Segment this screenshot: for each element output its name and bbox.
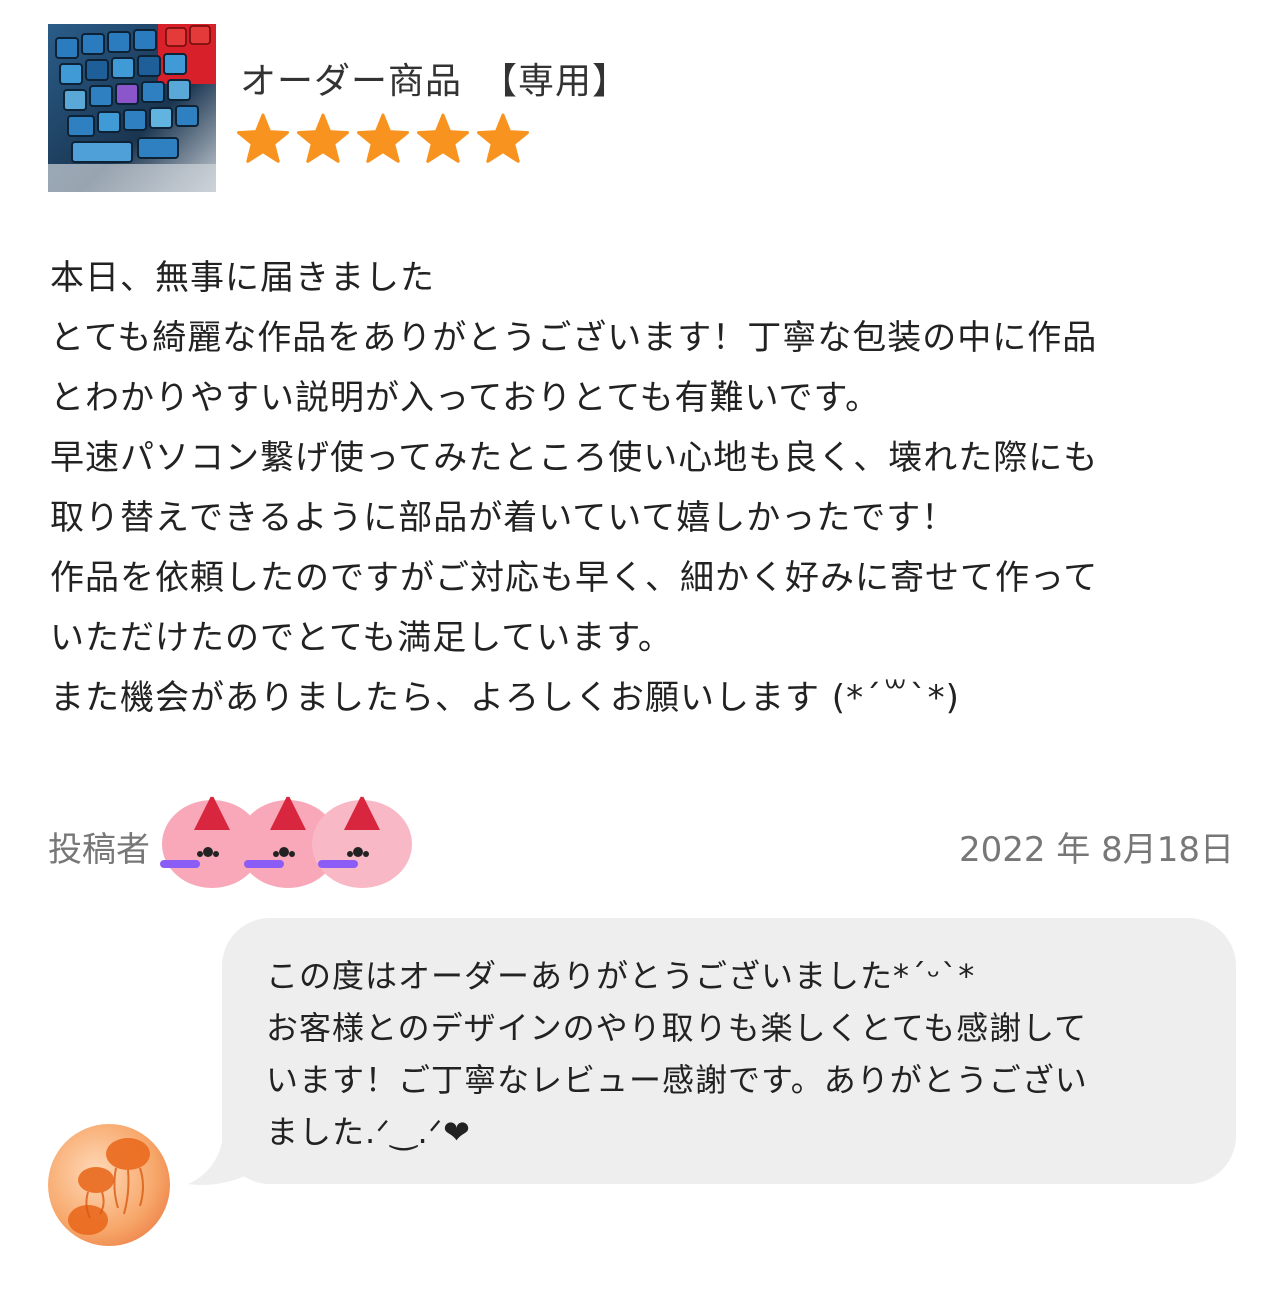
- star-icon: [237, 113, 289, 163]
- review-body: 本日、無事に届きましたとても綺麗な作品をありがとうございます！丁寧な包装の中に作…: [50, 248, 1250, 728]
- pink-seal-santa-avatar-icon: [160, 787, 412, 888]
- reply-line: お客様とのデザインのやり取りも楽しくとても感謝して: [266, 1009, 1088, 1047]
- product-title[interactable]: オーダー商品 【専用】: [240, 52, 629, 104]
- review-line: 早速パソコン繋げ使ってみたところ使い心地も良く、壊れた際にも: [50, 438, 1099, 478]
- review-line: 取り替えできるように部品が着いていて嬉しかったです！: [50, 498, 957, 538]
- star-icon: [357, 113, 409, 163]
- jellyfish-avatar-icon: [48, 1124, 170, 1246]
- seller-avatar[interactable]: [48, 1124, 170, 1246]
- review-line: 本日、無事に届きました: [50, 258, 435, 298]
- post-date: 2022 年 8月18日: [958, 830, 1234, 870]
- poster-avatar[interactable]: [150, 782, 430, 894]
- product-thumbnail[interactable]: [48, 24, 216, 192]
- star-icon: [417, 113, 469, 163]
- star-icon: [297, 113, 349, 163]
- reply-body: この度はオーダーありがとうございました*ˊᵕˋ* お客様とのデザインのやり取りも楽…: [266, 950, 1206, 1158]
- keyboard-keycaps-photo-icon: [48, 24, 216, 192]
- review-line: とわかりやすい説明が入っておりとても有難いです。: [50, 378, 881, 418]
- reply-line: この度はオーダーありがとうございました*ˊᵕˋ*: [266, 957, 976, 995]
- star-icon: [477, 113, 529, 163]
- reply-line: います！ご丁寧なレビュー感謝です。ありがとうござい: [266, 1061, 1088, 1099]
- review-line: 作品を依頼したのですがご対応も早く、細かく好みに寄せて作って: [50, 558, 1099, 598]
- rating-stars: [236, 112, 530, 166]
- review-line: とても綺麗な作品をありがとうございます！丁寧な包装の中に作品: [50, 318, 1098, 358]
- reply-line: ました.ᐟ‿.ᐟ❤: [266, 1113, 471, 1151]
- review-line: また機会がありましたら、よろしくお願いします (*´꒳`*): [50, 678, 960, 718]
- poster-label: 投稿者: [48, 830, 150, 870]
- review-line: いただけたのでとても満足しています。: [50, 618, 673, 658]
